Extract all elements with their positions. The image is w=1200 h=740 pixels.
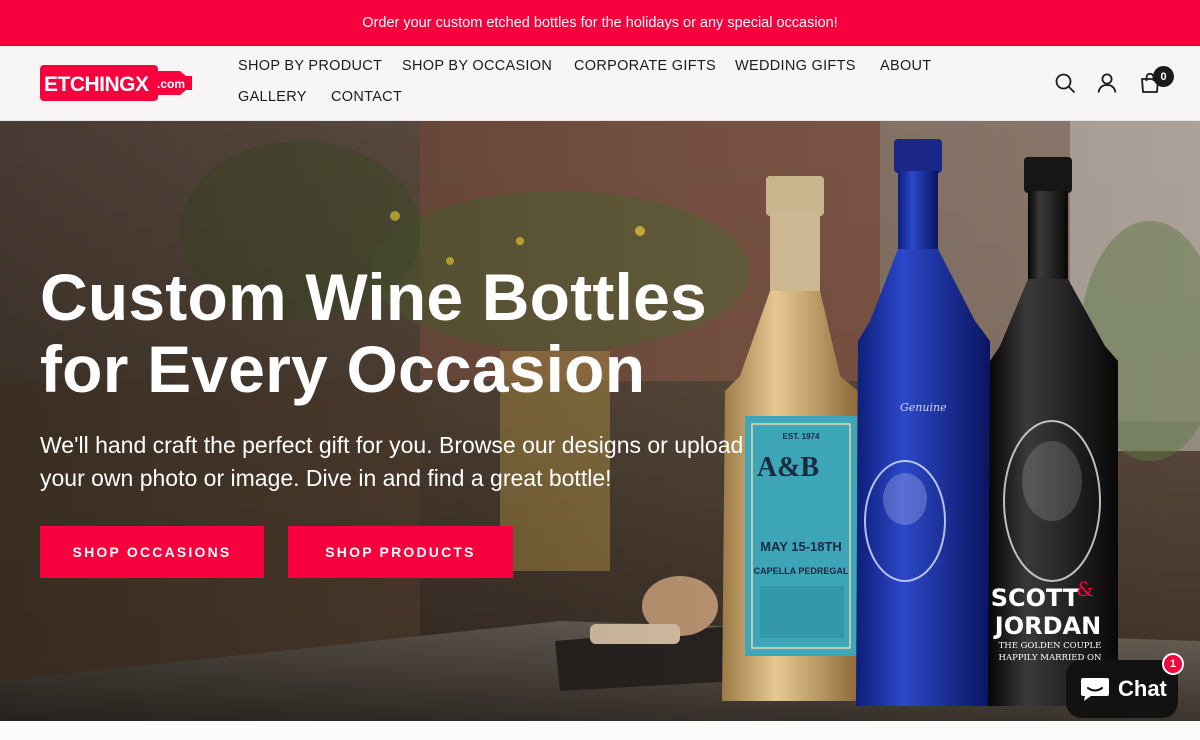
nav-about[interactable]: ABOUT	[880, 58, 931, 74]
cart-count-badge[interactable]: 0	[1153, 66, 1174, 87]
tequila-date-text: MAY 15-18TH	[760, 539, 842, 554]
hero-title-line2: for Every Occasion	[40, 332, 646, 406]
nav-corporate-gifts[interactable]: CORPORATE GIFTS	[574, 58, 716, 74]
nav-wedding-gifts[interactable]: WEDDING GIFTS	[735, 58, 856, 74]
user-icon[interactable]	[1096, 72, 1118, 94]
shop-occasions-button[interactable]: SHOP OCCASIONS	[40, 526, 264, 578]
chat-label: Chat	[1118, 676, 1167, 701]
chat-notification-badge: 1	[1162, 653, 1184, 675]
black-amp-text: &	[1076, 577, 1094, 601]
hero-subtitle: We'll hand craft the perfect gift for yo…	[40, 432, 744, 491]
black-name2-text: JORDAN	[993, 612, 1101, 640]
logo-suffix: .com	[157, 77, 185, 91]
logo-text: ETCHINGX	[44, 73, 149, 96]
search-icon[interactable]	[1054, 72, 1076, 94]
tequila-place-text: CAPELLA PEDREGAL	[754, 566, 849, 576]
announcement-bar[interactable]: Order your custom etched bottles for the…	[0, 0, 1200, 46]
nav-contact[interactable]: CONTACT	[331, 89, 402, 105]
nav-shop-by-product[interactable]: SHOP BY PRODUCT	[238, 58, 382, 74]
chat-widget-button[interactable]: Chat	[1066, 660, 1178, 718]
hero-title-line1: Custom Wine Bottles	[40, 260, 707, 334]
nav-gallery[interactable]: GALLERY	[238, 89, 307, 105]
below-hero-strip	[0, 721, 1200, 740]
blue-bottle-text: Genuine	[900, 401, 947, 414]
black-line1-text: THE GOLDEN COUPLE	[999, 641, 1102, 651]
shop-products-button[interactable]: SHOP PRODUCTS	[288, 526, 513, 578]
site-header: ETCHINGX .com SHOP BY PRODUCT SHOP BY OC…	[0, 46, 1200, 121]
hero-banner: EST. 1974 A&B MAY 15-18TH CAPELLA PEDREG…	[0, 121, 1200, 721]
black-name1-text: SCOTT	[991, 584, 1080, 612]
tequila-initials-text: A&B	[757, 452, 819, 483]
etchingx-logo[interactable]: ETCHINGX .com	[40, 65, 192, 101]
announcement-text[interactable]: Order your custom etched bottles for the…	[362, 15, 838, 31]
tequila-est-text: EST. 1974	[783, 432, 820, 441]
nav-shop-by-occasion[interactable]: SHOP BY OCCASION	[402, 58, 552, 74]
hero-background-image: EST. 1974 A&B MAY 15-18TH CAPELLA PEDREG…	[0, 121, 1200, 721]
chat-bubble-icon	[1081, 678, 1109, 701]
hero-title: Custom Wine Bottles for Every Occasion	[40, 261, 800, 405]
